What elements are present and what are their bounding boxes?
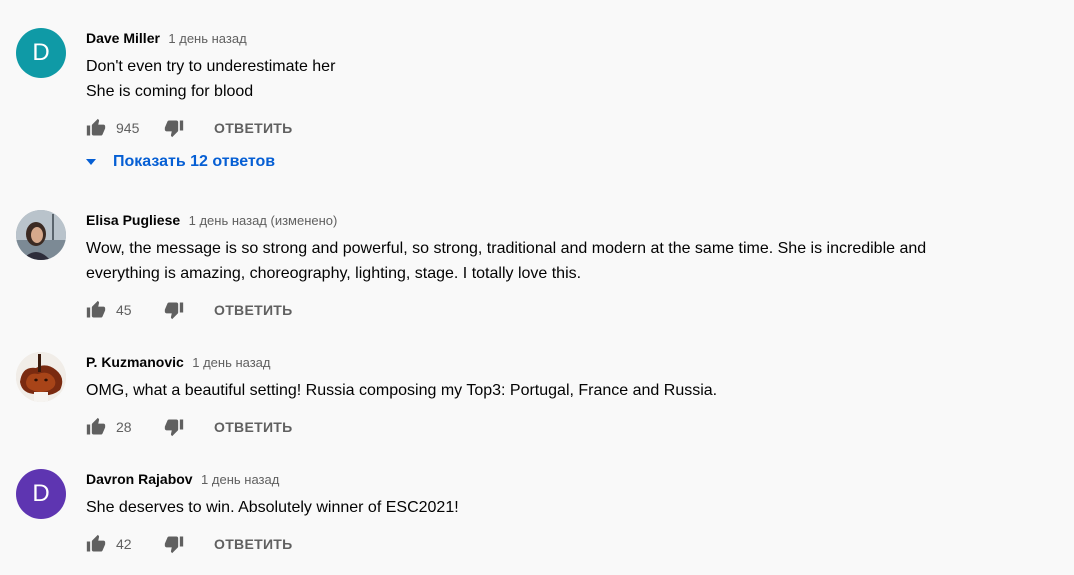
dislike-icon[interactable]: [164, 534, 184, 554]
dislike-icon[interactable]: [164, 118, 184, 138]
like-count: 45: [116, 302, 132, 318]
comment-text-line: Don't even try to underestimate her: [86, 58, 336, 75]
comment-text: Wow, the message is so strong and powerf…: [86, 236, 1056, 286]
photo-avatar[interactable]: [16, 210, 66, 260]
reply-button[interactable]: ОТВЕТИТЬ: [214, 302, 293, 318]
comment-author[interactable]: Davron Rajabov: [86, 471, 193, 487]
show-replies-label: Показать 12 ответов: [113, 153, 276, 170]
comment-time[interactable]: 1 день назад: [192, 355, 270, 370]
comment-time[interactable]: 1 день назад: [168, 31, 246, 46]
comment-actions: 45 ОТВЕТИТЬ: [86, 298, 293, 322]
comment-text: She deserves to win. Absolutely winner o…: [86, 495, 1056, 520]
comment-text: Don't even try to underestimate her She …: [86, 54, 1056, 104]
reply-button[interactable]: ОТВЕТИТЬ: [214, 120, 293, 136]
comment-header: Davron Rajabov 1 день назад: [86, 470, 279, 489]
caret-down-icon: [86, 159, 96, 165]
comment-text-line: She deserves to win. Absolutely winner o…: [86, 499, 459, 516]
comment-author[interactable]: Elisa Pugliese: [86, 212, 180, 228]
like-icon[interactable]: [86, 534, 106, 554]
show-replies-button[interactable]: Показать 12 ответов: [86, 153, 275, 171]
comment-actions: 945 ОТВЕТИТЬ: [86, 116, 293, 140]
reply-button[interactable]: ОТВЕТИТЬ: [214, 419, 293, 435]
avatar-letter: D: [32, 39, 50, 66]
dislike-icon[interactable]: [164, 300, 184, 320]
comment-author[interactable]: P. Kuzmanovic: [86, 354, 184, 370]
like-count: 42: [116, 536, 132, 552]
dislike-icon[interactable]: [164, 417, 184, 437]
like-icon[interactable]: [86, 118, 106, 138]
reply-button[interactable]: ОТВЕТИТЬ: [214, 536, 293, 552]
comment-time[interactable]: 1 день назад (изменено): [189, 213, 338, 228]
comment-author[interactable]: Dave Miller: [86, 30, 160, 46]
like-icon[interactable]: [86, 300, 106, 320]
like-count: 945: [116, 120, 140, 136]
violin-avatar-icon: [16, 352, 66, 402]
photo-avatar-icon: [16, 210, 66, 260]
comment-text-line: everything is amazing, choreography, lig…: [86, 265, 582, 282]
comment-time[interactable]: 1 день назад: [201, 472, 279, 487]
avatar-letter: D: [32, 480, 50, 507]
comment-text-line: She is coming for blood: [86, 83, 254, 100]
comment-text: OMG, what a beautiful setting! Russia co…: [86, 378, 1056, 403]
avatar[interactable]: D: [16, 469, 66, 519]
comment-header: Dave Miller 1 день назад: [86, 29, 247, 48]
violin-avatar[interactable]: [16, 352, 66, 402]
like-icon[interactable]: [86, 417, 106, 437]
comment-text-line: Wow, the message is so strong and powerf…: [86, 240, 927, 257]
comments-section: D Dave Miller 1 день назад Don't even tr…: [0, 0, 1074, 575]
comment-actions: 42 ОТВЕТИТЬ: [86, 532, 293, 556]
comment-header: P. Kuzmanovic 1 день назад: [86, 353, 271, 372]
like-count: 28: [116, 419, 132, 435]
comment-text-line: OMG, what a beautiful setting! Russia co…: [86, 382, 718, 399]
avatar[interactable]: D: [16, 28, 66, 78]
comment-header: Elisa Pugliese 1 день назад (изменено): [86, 211, 337, 230]
comment-actions: 28 ОТВЕТИТЬ: [86, 415, 293, 439]
